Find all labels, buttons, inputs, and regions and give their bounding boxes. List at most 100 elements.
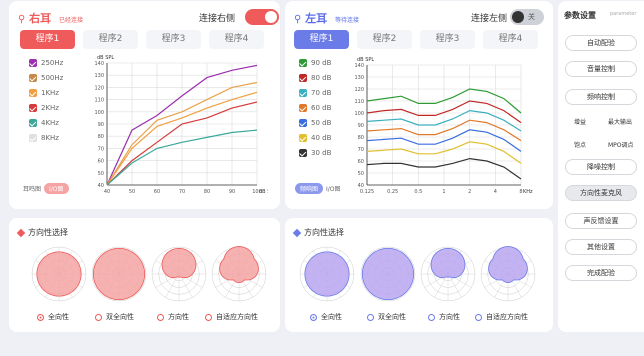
- legend-label: 80 dB: [311, 74, 332, 82]
- sidebar-finish-button[interactable]: 完成配验: [565, 265, 637, 281]
- left-tab-program-2[interactable]: 程序2: [357, 30, 412, 49]
- legend-label: 4KHz: [41, 119, 59, 127]
- radio-dual-omni[interactable]: 双全向性: [95, 312, 134, 322]
- radio-label: 全向性: [321, 313, 342, 321]
- radio-adaptive[interactable]: 自适应方向性: [205, 312, 258, 322]
- polar-directional-icon[interactable]: [149, 244, 209, 304]
- left-mode-switch[interactable]: 频响图 I/O图: [295, 183, 341, 194]
- right-ear-panel: ⚲ 右耳 已经连接 连接右侧 程序1 程序2 程序3 程序4 250Hz 500…: [9, 1, 280, 209]
- legend-item[interactable]: 40 dB: [299, 134, 331, 142]
- checkbox-icon: [299, 89, 307, 97]
- sidebar-direction-mic-button[interactable]: 方向性麦克风: [565, 185, 637, 201]
- left-direction-panel: 方向性选择 全向性 双全向性 方向性 自适应方向性: [285, 218, 553, 332]
- polar-dual-omni-icon[interactable]: [358, 244, 418, 304]
- checkbox-icon: [299, 59, 307, 67]
- sidebar-noise-button[interactable]: 降噪控制: [565, 159, 637, 175]
- polar-adaptive-icon[interactable]: [209, 244, 269, 304]
- y-tick-label: 60: [98, 159, 104, 165]
- sidebar-title: 参数设置: [564, 11, 596, 20]
- sidebar-auto-fit-button[interactable]: 自动配验: [565, 35, 637, 51]
- y-tick-label: 70: [98, 146, 104, 152]
- x-tick-label: 80: [204, 189, 210, 195]
- sidebar-volume-button[interactable]: 音量控制: [565, 61, 637, 77]
- y-tick-label: 90: [358, 123, 364, 129]
- left-tab-program-4[interactable]: 程序4: [483, 30, 538, 49]
- legend-label: 500Hz: [41, 74, 64, 82]
- diamond-icon: [16, 228, 26, 237]
- legend-item[interactable]: 80 dB: [299, 74, 331, 82]
- ear-icon: ⚲: [294, 14, 302, 25]
- legend-item[interactable]: 50 dB: [299, 119, 331, 127]
- right-mode-switch[interactable]: 耳鸣图 I/O图: [23, 183, 69, 194]
- checkbox-icon: [29, 89, 37, 97]
- legend-item[interactable]: 8KHz: [29, 134, 59, 142]
- polar-pattern: [36, 251, 82, 297]
- toggle-knob: [512, 11, 524, 23]
- checkbox-icon: [29, 104, 37, 112]
- x-tick-label: 4: [494, 189, 497, 195]
- y-tick-label: 110: [94, 98, 104, 104]
- legend-item[interactable]: 30 dB: [299, 149, 331, 157]
- x-tick-label: 60: [154, 189, 160, 195]
- right-tab-program-1[interactable]: 程序1: [20, 30, 75, 49]
- connect-left-toggle[interactable]: 关: [510, 9, 544, 25]
- connect-right-toggle[interactable]: [245, 9, 279, 25]
- checkbox-icon: [299, 134, 307, 142]
- y-tick-label: 110: [354, 99, 364, 105]
- left-tab-program-3[interactable]: 程序3: [420, 30, 475, 49]
- polar-pattern: [161, 247, 197, 279]
- right-tab-program-2[interactable]: 程序2: [83, 30, 138, 49]
- legend-item[interactable]: 4KHz: [29, 119, 59, 127]
- legend-item[interactable]: 70 dB: [299, 89, 331, 97]
- x-axis-label: KHz: [523, 189, 533, 195]
- x-axis-label: dB SPL: [259, 189, 268, 195]
- polar-adaptive-icon[interactable]: [478, 244, 538, 304]
- sidebar-saturation-item[interactable]: 饱点: [574, 140, 586, 149]
- radio-directional[interactable]: 方向性: [157, 312, 189, 322]
- radio-omni[interactable]: 全向性: [37, 312, 69, 322]
- y-tick-label: 70: [358, 147, 364, 153]
- sidebar-other-button[interactable]: 其他设置: [565, 239, 637, 255]
- polar-omni-icon[interactable]: [29, 244, 89, 304]
- legend-item[interactable]: 250Hz: [29, 59, 63, 67]
- y-tick-label: 80: [358, 135, 364, 141]
- legend-item[interactable]: 1KHz: [29, 89, 59, 97]
- legend-item[interactable]: 2KHz: [29, 104, 59, 112]
- legend-label: 250Hz: [41, 59, 64, 67]
- sidebar-freq-button[interactable]: 频响控制: [565, 89, 637, 105]
- sidebar-max-output-item[interactable]: 最大输出: [608, 117, 632, 126]
- radio-dual-omni[interactable]: 双全向性: [367, 312, 406, 322]
- radio-label: 全向性: [48, 313, 69, 321]
- legend-item[interactable]: 500Hz: [29, 74, 63, 82]
- toggle-knob: [265, 11, 277, 23]
- polar-omni-icon[interactable]: [297, 244, 357, 304]
- radio-icon: [475, 313, 482, 321]
- polar-pattern: [219, 246, 259, 283]
- y-tick-label: 120: [94, 85, 104, 91]
- radio-adaptive[interactable]: 自适应方向性: [475, 312, 528, 322]
- sidebar-mpo-item[interactable]: MPO调点: [608, 140, 634, 149]
- y-tick-label: 50: [98, 171, 104, 177]
- sidebar-feedback-button[interactable]: 声反馈设置: [565, 213, 637, 229]
- legend-label: 50 dB: [311, 119, 332, 127]
- legend-item[interactable]: 90 dB: [299, 59, 331, 67]
- radio-icon: [367, 313, 374, 321]
- left-tab-program-1[interactable]: 程序1: [294, 30, 349, 49]
- right-tab-program-4[interactable]: 程序4: [209, 30, 264, 49]
- x-tick-label: 0.25: [387, 189, 398, 195]
- sidebar-gain-item[interactable]: 增益: [574, 117, 586, 126]
- legend-label: 90 dB: [311, 59, 332, 67]
- left-program-tabs: 程序1 程序2 程序3 程序4: [294, 30, 538, 49]
- y-axis-label: dB SPL: [97, 55, 114, 61]
- radio-directional[interactable]: 方向性: [428, 312, 460, 322]
- y-axis-label: dB SPL: [357, 57, 374, 63]
- x-tick-label: 90: [229, 189, 235, 195]
- x-tick-label: 70: [179, 189, 185, 195]
- radio-omni[interactable]: 全向性: [310, 312, 342, 322]
- right-tab-program-3[interactable]: 程序3: [146, 30, 201, 49]
- polar-dual-omni-icon[interactable]: [89, 244, 149, 304]
- legend-item[interactable]: 60 dB: [299, 104, 331, 112]
- polar-directional-icon[interactable]: [418, 244, 478, 304]
- radio-label: 自适应方向性: [216, 313, 258, 321]
- y-tick-label: 90: [98, 122, 104, 128]
